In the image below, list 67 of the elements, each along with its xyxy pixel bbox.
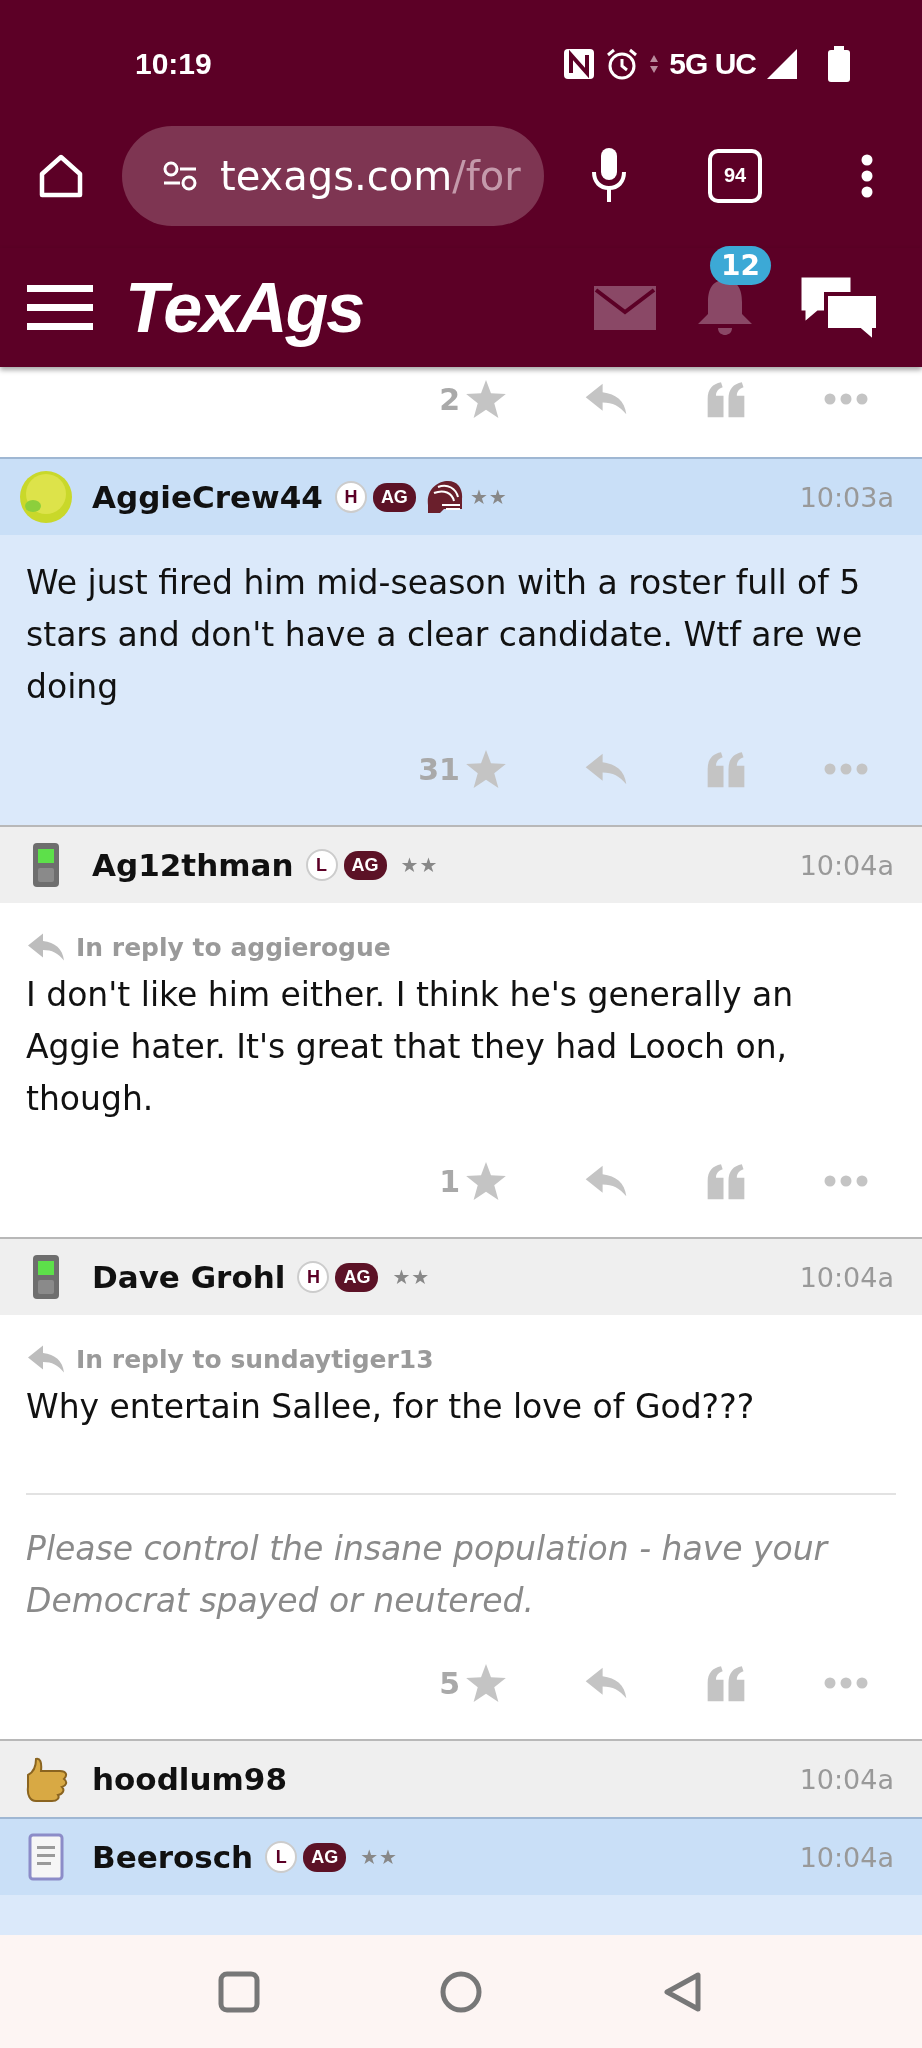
member-badge: L [265,1841,298,1873]
username[interactable]: AggieCrew44 [92,479,323,515]
more-icon [824,763,868,775]
post-text: We just fired him mid-season with a roster full of 5 stars and don't have a clear candidate. Wtf are we doing [25,562,864,708]
notepad-icon [26,1832,66,1882]
reply-icon [584,1164,628,1198]
network-type: 5G UC [669,46,756,81]
post-time: 10:04a [799,1763,894,1795]
quote-icon [706,1664,746,1702]
signal-icon [766,47,798,80]
ag-badge: AG [335,1262,379,1292]
rank-stars: ★★ [469,485,508,509]
reply-icon [26,1344,66,1374]
tab-count-button[interactable]: 94 [708,148,762,203]
ag-badge: AG [372,482,416,512]
member-badge: H [334,481,367,513]
phone-icon [31,841,61,889]
post-text: Why entertain Sallee, for the love of God??? [25,1386,756,1428]
nfc-icon [563,47,596,80]
post-text: I don't like him either. I think he's generally an Aggie hater. It's great that they had Looch on, though. [25,974,795,1120]
post-time: 10:03a [799,481,894,513]
alarm-icon [605,46,640,81]
member-badge: L [305,849,338,881]
avatar-icon [19,470,73,524]
menu-icon[interactable] [860,153,874,198]
post-time: 10:04a [799,849,894,881]
member-badge: H [297,1261,330,1293]
rank-stars: ★★ [392,1265,431,1289]
star-icon [466,1664,506,1702]
address-bar[interactable]: texags.com/for [122,125,544,226]
menu-icon[interactable] [27,282,93,333]
username[interactable]: Beerosch [92,1839,254,1875]
site-settings-icon[interactable] [162,160,198,191]
more-icon [824,1175,868,1187]
back-icon[interactable] [662,1970,704,2013]
star-icon [466,1162,506,1200]
more-icon [824,1677,868,1689]
phone-icon [31,1253,61,1301]
recents-icon[interactable] [218,1970,260,2013]
signature-text: Please control the insane population - have your Democrat spayed or neutered. [25,1528,830,1622]
star-icon [466,750,506,788]
reply-icon [584,382,628,416]
home-icon[interactable] [38,152,84,199]
post-time: 10:04a [799,1261,894,1293]
site-logo[interactable]: TexAgs [125,267,594,348]
ag-badge: AG [343,850,387,880]
notification-badge: 12 [710,245,771,285]
quote-icon [706,380,746,418]
ag-badge: AG [303,1842,347,1872]
rank-stars: ★★ [360,1845,399,1869]
reply-icon [584,752,628,786]
battery-icon [826,45,852,82]
url-text: texags.com/for [220,152,521,199]
username[interactable]: Dave Grohl [92,1259,286,1295]
more-icon [824,393,868,405]
quote-icon [706,750,746,788]
clock-time: 10:19 [135,46,213,81]
mail-icon[interactable] [594,285,656,330]
star-icon [466,380,506,418]
reply-icon [584,1666,628,1700]
quote-icon [706,1162,746,1200]
username[interactable]: hoodlum98 [92,1761,287,1797]
username[interactable]: Ag12thman [92,847,294,883]
post-time: 10:04a [799,1841,894,1873]
reply-icon [26,932,66,962]
microphone-icon[interactable] [592,147,626,204]
rank-stars: ★★ [400,853,439,877]
